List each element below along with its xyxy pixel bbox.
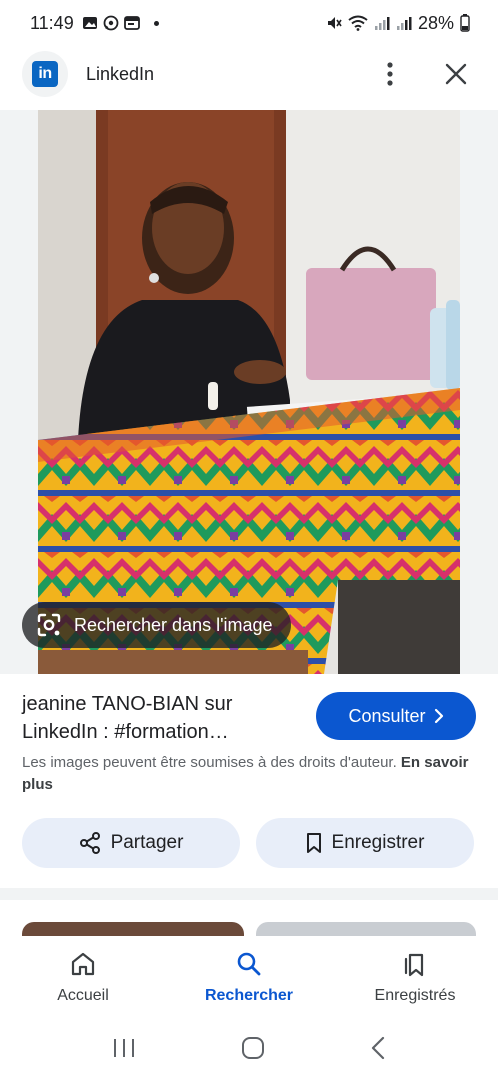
google-lens-icon bbox=[37, 613, 61, 637]
section-divider bbox=[0, 888, 498, 900]
status-left: 11:49 bbox=[30, 13, 159, 34]
close-icon bbox=[445, 63, 467, 85]
wifi-icon bbox=[348, 15, 368, 31]
nav-search[interactable]: Rechercher bbox=[166, 936, 332, 1020]
save-button[interactable]: Enregistrer bbox=[256, 818, 474, 868]
system-navigation-bar bbox=[0, 1020, 498, 1080]
share-icon bbox=[79, 832, 100, 854]
linkedin-logo-icon: in bbox=[32, 61, 58, 87]
battery-icon bbox=[460, 14, 470, 32]
more-options-button[interactable] bbox=[370, 54, 410, 94]
bookmark-icon bbox=[306, 833, 321, 853]
nav-search-label: Rechercher bbox=[204, 987, 294, 1004]
recent-apps-icon bbox=[114, 1038, 135, 1057]
search-in-image-label: Rechercher dans l'image bbox=[74, 614, 273, 635]
nav-saved[interactable]: Enregistrés bbox=[332, 936, 498, 1020]
status-time: 11:49 bbox=[30, 12, 74, 33]
nav-home[interactable]: Accueil bbox=[0, 936, 166, 1020]
notification-dot bbox=[153, 20, 159, 26]
back-button[interactable] bbox=[370, 1036, 386, 1065]
calendar-icon bbox=[123, 16, 140, 30]
signal-icon bbox=[396, 15, 412, 31]
status-bar: 11:49 28% bbox=[0, 0, 498, 46]
close-button[interactable] bbox=[436, 54, 476, 94]
app-header: in LinkedIn bbox=[0, 46, 498, 102]
result-image[interactable] bbox=[38, 110, 460, 674]
site-favicon: in bbox=[22, 51, 68, 97]
mute-icon bbox=[326, 15, 342, 31]
share-button[interactable]: Partager bbox=[22, 818, 240, 868]
recent-apps-button[interactable] bbox=[112, 1037, 136, 1064]
search-in-image-button[interactable]: Rechercher dans l'image bbox=[22, 602, 291, 648]
back-chevron-icon bbox=[371, 1036, 384, 1059]
image-preview-area: Rechercher dans l'image bbox=[0, 110, 498, 674]
result-title[interactable]: jeanine TANO-BIAN sur LinkedIn : #format… bbox=[22, 690, 292, 746]
notification-icons bbox=[82, 15, 140, 31]
signal-icon bbox=[374, 15, 390, 31]
save-label: Enregistrer bbox=[331, 832, 425, 853]
home-system-button[interactable] bbox=[241, 1036, 265, 1065]
nav-saved-label: Enregistrés bbox=[374, 987, 456, 1004]
share-label: Partager bbox=[110, 832, 184, 853]
search-icon bbox=[237, 952, 261, 976]
home-circle-icon bbox=[241, 1036, 264, 1059]
consult-label: Consulter bbox=[348, 705, 426, 726]
battery-percent: 28% bbox=[417, 12, 454, 33]
more-vert-icon bbox=[387, 62, 393, 86]
site-name: LinkedIn bbox=[86, 63, 155, 84]
gallery-icon bbox=[82, 16, 98, 30]
status-right: 28% bbox=[326, 13, 470, 34]
saved-icon bbox=[404, 953, 424, 977]
consult-button[interactable]: Consulter bbox=[316, 692, 476, 740]
whatsapp-icon bbox=[103, 15, 119, 31]
nav-home-label: Accueil bbox=[57, 987, 109, 1004]
chevron-right-icon bbox=[434, 708, 443, 724]
home-icon bbox=[71, 952, 95, 976]
bottom-navigation: Accueil Rechercher Enregistrés bbox=[0, 936, 498, 1020]
copyright-notice: Les images peuvent être soumises à des d… bbox=[22, 752, 474, 796]
copyright-text: Les images peuvent être soumises à des d… bbox=[22, 754, 397, 771]
